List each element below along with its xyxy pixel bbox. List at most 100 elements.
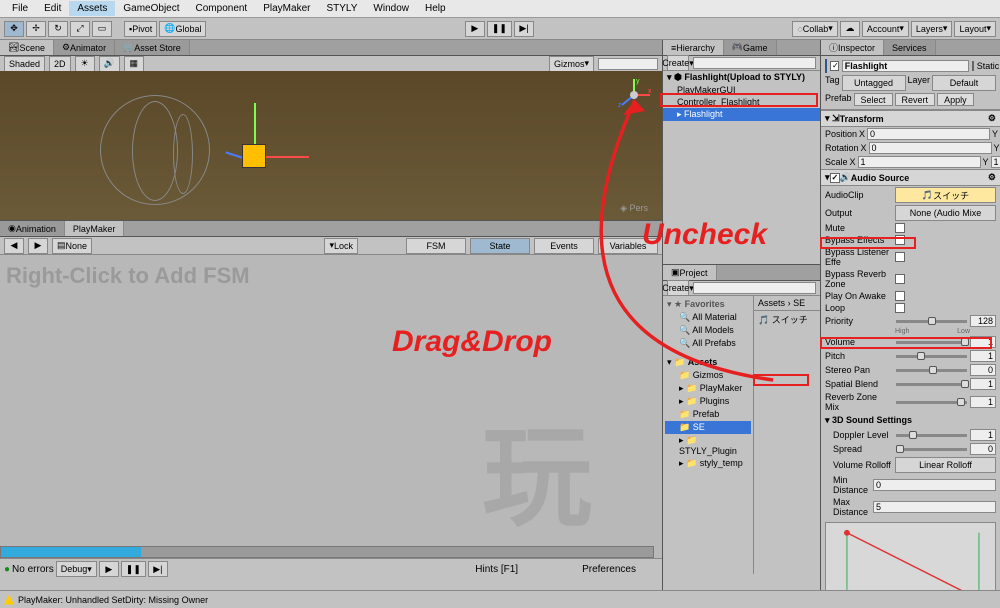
gizmos-dropdown[interactable]: Gizmos ▾ [549, 56, 594, 72]
tag-dropdown[interactable]: Untagged [842, 75, 906, 91]
tool-move[interactable]: ✢ [26, 21, 46, 37]
mute-check[interactable] [895, 223, 905, 233]
playmaker-canvas[interactable]: Right-Click to Add FSM 玩 [0, 255, 662, 558]
priority-value[interactable]: 128 [970, 315, 996, 327]
scene-view[interactable]: Shaded 2D ☀ 🔊 ▦ Gizmos ▾ yxz ◈ Pers [0, 56, 662, 221]
orientation-gizmo[interactable]: yxz [614, 75, 654, 118]
asset-file[interactable]: 🎵 スイッチ [754, 311, 820, 328]
rot-x[interactable] [869, 142, 992, 154]
scale-x[interactable] [858, 156, 981, 168]
audio-header[interactable]: ▾ 🔊 Audio Source⚙ [821, 169, 1000, 186]
stereo-value[interactable]: 0 [970, 364, 996, 376]
folder-playmaker[interactable]: ▸ 📁 PlayMaker [665, 382, 751, 395]
pm-fwd[interactable]: ▶ [28, 238, 48, 254]
static-checkbox[interactable] [972, 61, 974, 71]
project-content[interactable]: Assets › SE 🎵 スイッチ [754, 296, 820, 574]
mindist-field[interactable] [873, 479, 996, 491]
pos-x[interactable] [867, 128, 990, 140]
clip-field[interactable]: 🎵 スイッチ [895, 187, 996, 203]
tab-services[interactable]: Services [884, 40, 936, 55]
hier-item-controller[interactable]: Controller_Flashlight [663, 96, 820, 108]
pm-back[interactable]: ◀ [4, 238, 24, 254]
tab-game[interactable]: 🎮 Game [724, 40, 777, 55]
volume-slider[interactable] [896, 341, 967, 344]
pitch-value[interactable]: 1 [970, 350, 996, 362]
fav-all-prefabs[interactable]: 🔍 All Prefabs [665, 337, 751, 350]
tab-playmaker[interactable]: PlayMaker [65, 221, 125, 236]
account-dropdown[interactable]: Account ▾ [862, 21, 909, 37]
doppler-value[interactable]: 1 [970, 429, 996, 441]
rolloff-dropdown[interactable]: Linear Rolloff [895, 457, 996, 473]
prefab-select[interactable]: Select [854, 93, 893, 106]
scale-y[interactable] [991, 156, 1000, 168]
hier-search[interactable] [693, 57, 816, 69]
collab-dropdown[interactable]: ◌ Collab ▾ [792, 21, 837, 37]
cloud-button[interactable]: ☁ [840, 21, 860, 37]
pm-lock[interactable]: ▾ Lock [324, 238, 358, 254]
audio-enabled[interactable] [830, 173, 840, 183]
menu-gameobject[interactable]: GameObject [115, 1, 187, 16]
favorites[interactable]: ▾ ★ Favorites [665, 298, 751, 311]
folder-gizmos[interactable]: 📁 Gizmos [665, 369, 751, 382]
tab-animator[interactable]: ⚙ Animator [54, 40, 115, 55]
mode-2d[interactable]: 2D [49, 56, 71, 72]
pm-events[interactable]: Events [534, 238, 594, 254]
layer-dropdown[interactable]: Default [932, 75, 996, 91]
prefab-apply[interactable]: Apply [937, 93, 974, 106]
hier-create[interactable]: Create ▾ [667, 55, 689, 71]
fx-toggle[interactable]: ▦ [124, 56, 144, 72]
priority-slider[interactable] [896, 320, 967, 323]
pm-none[interactable]: ▤ None [52, 238, 92, 254]
spread-value[interactable]: 0 [970, 443, 996, 455]
reverb-value[interactable]: 1 [970, 396, 996, 408]
pm-fsm[interactable]: FSM [406, 238, 466, 254]
folder-se[interactable]: 📁 SE [665, 421, 751, 434]
maxdist-field[interactable] [873, 501, 996, 513]
pitch-slider[interactable] [896, 355, 967, 358]
hier-item-playmakergui[interactable]: PlayMakerGUI [663, 84, 820, 96]
spread-slider[interactable] [896, 448, 967, 451]
pm-prefs[interactable]: Preferences [582, 564, 636, 575]
pm-h-scroll[interactable] [0, 546, 654, 558]
audio-toggle[interactable]: 🔊 [99, 56, 120, 72]
play-button[interactable]: ▶ [465, 21, 485, 37]
sound3d-header[interactable]: ▾ 3D Sound Settings [821, 413, 1000, 428]
assets-root[interactable]: ▾ 📁 Assets [665, 356, 751, 369]
light-toggle[interactable]: ☀ [75, 56, 95, 72]
tool-rotate[interactable]: ↻ [48, 21, 68, 37]
stereo-slider[interactable] [896, 369, 967, 372]
fav-all-models[interactable]: 🔍 All Models [665, 324, 751, 337]
global-toggle[interactable]: 🌐 Global [159, 21, 206, 37]
pause-button[interactable]: ❚❚ [487, 21, 512, 37]
loop-check[interactable] [895, 303, 905, 313]
layout-dropdown[interactable]: Layout ▾ [954, 21, 996, 37]
menu-window[interactable]: Window [365, 1, 417, 16]
shaded-dropdown[interactable]: Shaded [4, 56, 45, 72]
tool-hand[interactable]: ✥ [4, 21, 24, 37]
tab-asset-store[interactable]: 🛒 Asset Store [115, 40, 190, 55]
rolloff-chart[interactable] [825, 522, 996, 590]
reverb-slider[interactable] [896, 401, 967, 404]
menu-component[interactable]: Component [188, 1, 256, 16]
pm-debug[interactable]: Debug ▾ [56, 561, 97, 577]
tab-project[interactable]: ▣ Project [663, 265, 717, 280]
bypass-eff-check[interactable] [895, 235, 905, 245]
menu-file[interactable]: File [4, 1, 36, 16]
active-checkbox[interactable] [830, 61, 839, 71]
folder-styly-temp[interactable]: ▸ 📁 styly_temp [665, 457, 751, 470]
selected-object[interactable] [242, 144, 266, 168]
scene-search[interactable] [598, 58, 658, 70]
tab-hierarchy[interactable]: ≡ Hierarchy [663, 40, 724, 55]
hier-root[interactable]: ▾ ⬢ Flashlight(Upload to STYLY) [663, 71, 820, 84]
fav-all-materials[interactable]: 🔍 All Material [665, 311, 751, 324]
project-tree[interactable]: ▾ ★ Favorites 🔍 All Material 🔍 All Model… [663, 296, 754, 574]
pm-step[interactable]: ▶| [148, 561, 168, 577]
prefab-revert[interactable]: Revert [895, 93, 936, 106]
spatial-slider[interactable] [896, 383, 967, 386]
transform-header[interactable]: ▾ ⇲ Transform⚙ [821, 110, 1000, 127]
proj-create[interactable]: Create ▾ [667, 280, 689, 296]
output-field[interactable]: None (Audio Mixe [895, 205, 996, 221]
menu-styly[interactable]: STYLY [318, 1, 365, 16]
tab-animation[interactable]: ◉ Animation [0, 221, 65, 236]
pivot-toggle[interactable]: ▪ Pivot [124, 21, 157, 37]
